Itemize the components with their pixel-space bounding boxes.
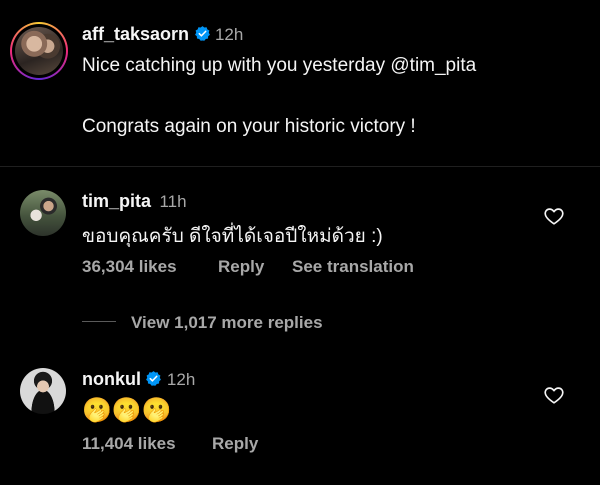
comment-header: tim_pita 11h [82, 191, 187, 212]
view-replies-button[interactable]: View 1,017 more replies [131, 313, 323, 333]
comment-likes[interactable]: 36,304 likes [82, 257, 177, 277]
comment-avatar-nonkul[interactable] [20, 368, 66, 414]
verified-icon [146, 371, 162, 386]
comment-header: nonkul 12h [82, 369, 195, 390]
divider [0, 166, 600, 167]
comment-avatar-tim-pita[interactable] [20, 190, 66, 236]
comment-username[interactable]: tim_pita [82, 191, 151, 211]
comment-username[interactable]: nonkul [82, 369, 141, 389]
comment-time: 11h [159, 192, 187, 211]
caption-text-line2: Congrats again on your historic victory … [82, 116, 416, 137]
replies-line [82, 321, 116, 322]
heart-icon[interactable] [543, 384, 565, 406]
caption-avatar[interactable] [10, 22, 68, 80]
verified-icon [194, 26, 210, 41]
avatar-image [15, 27, 63, 75]
heart-icon[interactable] [543, 205, 565, 227]
comment-text: 🫢🫢🫢 [82, 396, 172, 424]
reply-button[interactable]: Reply [212, 434, 258, 454]
see-translation-button[interactable]: See translation [292, 257, 414, 277]
caption-username[interactable]: aff_taksaorn [82, 24, 189, 44]
comment-text: ขอบคุณครับ ดีใจที่ได้เจอปีใหม่ด้วย :) [82, 226, 383, 247]
comment-time: 12h [166, 370, 196, 389]
caption-header: aff_taksaorn 12h [82, 24, 243, 45]
caption-time: 12h [214, 25, 244, 44]
caption-text-line1: Nice catching up with you yesterday @tim… [82, 55, 477, 76]
reply-button[interactable]: Reply [218, 257, 264, 277]
comment-likes[interactable]: 11,404 likes [82, 434, 176, 454]
